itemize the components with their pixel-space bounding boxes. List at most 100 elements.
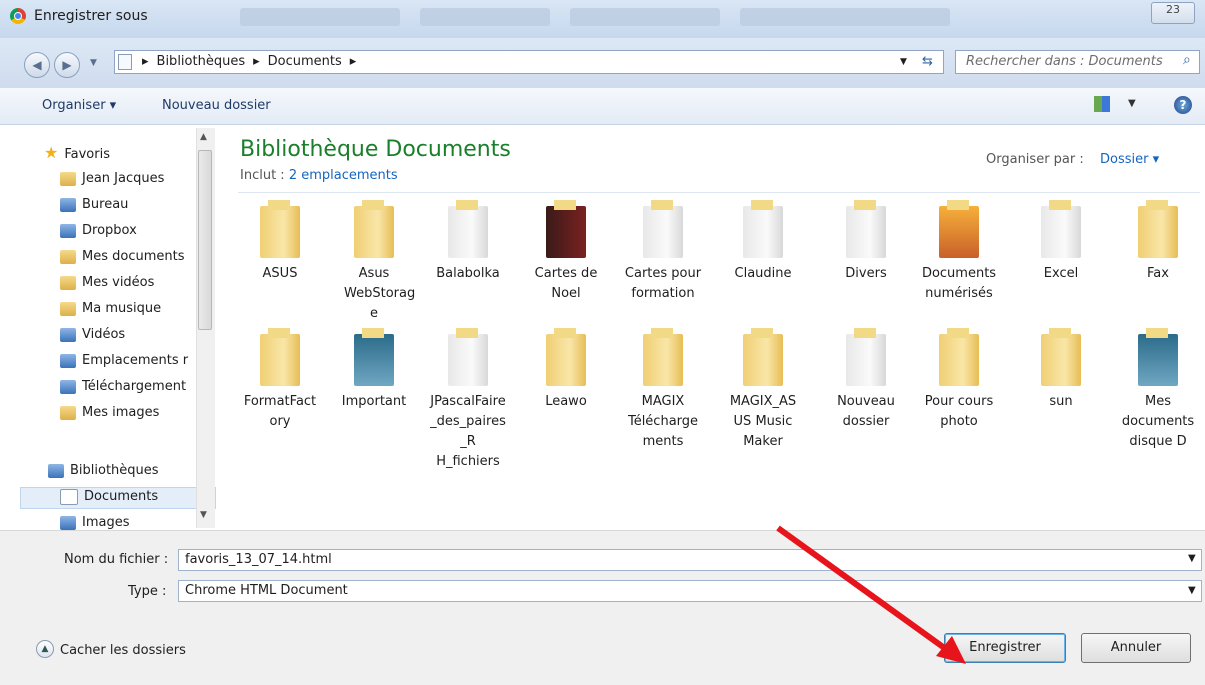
folder-icon bbox=[354, 200, 394, 258]
nav-item-videos[interactable]: Vidéos bbox=[60, 324, 125, 346]
type-label: Type : bbox=[128, 584, 167, 599]
folder-icon bbox=[60, 171, 76, 186]
nav-item-jean-jacques[interactable]: Jean Jacques bbox=[60, 168, 164, 190]
organize-button[interactable]: Organiser ▾ bbox=[42, 98, 116, 113]
forward-button[interactable]: ▶ bbox=[54, 52, 80, 78]
arrange-by-label: Organiser par : bbox=[986, 152, 1084, 167]
search-icon[interactable]: ⌕ bbox=[1183, 52, 1191, 68]
folder-icon bbox=[939, 328, 979, 386]
nav-favorites[interactable]: ★ Favoris bbox=[44, 142, 110, 164]
folder-tile[interactable]: MAGIX_AS US Music Maker bbox=[720, 328, 806, 452]
folder-tile[interactable]: ASUS bbox=[237, 200, 323, 284]
folder-tile[interactable]: Cartes pour formation bbox=[620, 200, 706, 304]
folder-tile[interactable]: Leawo bbox=[523, 328, 609, 412]
header-divider bbox=[238, 192, 1200, 193]
collapse-icon[interactable]: ▲ bbox=[36, 640, 54, 658]
crumb-libraries[interactable]: Bibliothèques bbox=[157, 54, 246, 69]
scroll-up-icon[interactable]: ▲ bbox=[200, 132, 207, 142]
folder-tile[interactable]: Claudine bbox=[720, 200, 806, 284]
folder-tile[interactable]: Mes documents disque D bbox=[1115, 328, 1201, 452]
nav-item-telechargement[interactable]: Téléchargement bbox=[60, 376, 186, 398]
locations-link[interactable]: 2 emplacements bbox=[289, 168, 398, 183]
address-dropdown-icon[interactable]: ▼ bbox=[900, 57, 907, 67]
folder-tile[interactable]: MAGIX Télécharge ments bbox=[620, 328, 706, 452]
folder-icon bbox=[1041, 328, 1081, 386]
cancel-button[interactable]: Annuler bbox=[1081, 633, 1191, 663]
folder-tile[interactable]: Fax bbox=[1115, 200, 1201, 284]
change-view-icon[interactable] bbox=[1094, 96, 1110, 112]
filename-label: Nom du fichier : bbox=[64, 552, 169, 567]
scrollbar-thumb[interactable] bbox=[198, 150, 212, 330]
library-icon bbox=[118, 54, 132, 70]
library-includes: Inclut : 2 emplacements bbox=[240, 168, 398, 183]
star-icon: ★ bbox=[44, 143, 59, 162]
document-icon bbox=[60, 488, 78, 505]
folder-tile[interactable]: Balabolka bbox=[425, 200, 511, 284]
folder-icon bbox=[60, 405, 76, 420]
nav-libraries[interactable]: Bibliothèques bbox=[48, 460, 159, 482]
folder-icon bbox=[60, 249, 76, 264]
new-folder-button[interactable]: Nouveau dossier bbox=[162, 98, 271, 113]
window-title: Enregistrer sous bbox=[34, 8, 148, 24]
help-icon[interactable]: ? bbox=[1174, 96, 1192, 114]
folder-tile[interactable]: Nouveau dossier bbox=[823, 328, 909, 432]
folder-tile[interactable]: Excel bbox=[1018, 200, 1104, 284]
folder-icon bbox=[1041, 200, 1081, 258]
nav-item-mes-images[interactable]: Mes images bbox=[60, 402, 159, 424]
hide-folders-link[interactable]: Cacher les dossiers bbox=[60, 643, 186, 658]
folder-icon bbox=[939, 200, 979, 258]
folder-tile[interactable]: Cartes de Noel bbox=[523, 200, 609, 304]
download-folder-icon bbox=[60, 379, 76, 394]
scroll-down-icon[interactable]: ▼ bbox=[200, 510, 207, 520]
annotation-arrow-icon bbox=[776, 525, 966, 664]
folder-icon bbox=[260, 200, 300, 258]
nav-item-bureau[interactable]: Bureau bbox=[60, 194, 128, 216]
folder-icon bbox=[846, 200, 886, 258]
folder-icon bbox=[448, 200, 488, 258]
folder-icon bbox=[643, 328, 683, 386]
places-icon bbox=[60, 353, 76, 368]
library-icon bbox=[48, 463, 64, 478]
close-button[interactable]: 23 bbox=[1151, 2, 1195, 24]
arrange-by-dropdown[interactable]: Dossier ▾ bbox=[1100, 152, 1159, 167]
crumb-documents[interactable]: Documents bbox=[268, 54, 342, 69]
dropbox-icon bbox=[60, 223, 76, 238]
folder-icon bbox=[60, 275, 76, 290]
view-dropdown-icon[interactable]: ▼ bbox=[1128, 98, 1136, 109]
folder-tile[interactable]: Pour cours photo bbox=[916, 328, 1002, 432]
browser-tab bbox=[240, 8, 400, 26]
folder-icon bbox=[546, 328, 586, 386]
browser-tab bbox=[420, 8, 550, 26]
folder-tile[interactable]: sun bbox=[1018, 328, 1104, 412]
folder-tile[interactable]: Divers bbox=[823, 200, 909, 284]
folder-tile[interactable]: Important bbox=[331, 328, 417, 412]
folder-icon bbox=[260, 328, 300, 386]
nav-item-emplacements[interactable]: Emplacements r bbox=[60, 350, 188, 372]
image-icon bbox=[60, 515, 76, 530]
back-button[interactable]: ◀ bbox=[24, 52, 50, 78]
folder-tile[interactable]: Asus WebStorag e bbox=[331, 200, 417, 324]
history-dropdown-icon[interactable]: ▼ bbox=[90, 58, 97, 68]
filename-dropdown-icon[interactable]: ▼ bbox=[1188, 553, 1196, 564]
film-icon bbox=[60, 327, 76, 342]
folder-tile[interactable]: FormatFact ory bbox=[237, 328, 323, 432]
nav-item-documents[interactable]: Documents bbox=[60, 486, 158, 508]
chrome-icon bbox=[10, 8, 26, 24]
folder-icon bbox=[743, 200, 783, 258]
type-select[interactable]: Chrome HTML Document bbox=[178, 580, 1202, 602]
browser-tab bbox=[570, 8, 720, 26]
breadcrumb[interactable]: ▸ Bibliothèques ▸ Documents ▸ bbox=[142, 54, 364, 69]
folder-icon bbox=[743, 328, 783, 386]
nav-item-mes-videos[interactable]: Mes vidéos bbox=[60, 272, 154, 294]
desktop-icon bbox=[60, 197, 76, 212]
refresh-icon[interactable]: ⇆ bbox=[922, 54, 933, 69]
folder-icon bbox=[643, 200, 683, 258]
filename-input[interactable]: favoris_13_07_14.html bbox=[178, 549, 1202, 571]
folder-tile[interactable]: Documents numérisés bbox=[916, 200, 1002, 304]
folder-tile[interactable]: JPascalFaire _des_paires _R H_fichiers bbox=[425, 328, 511, 472]
nav-item-mes-documents[interactable]: Mes documents bbox=[60, 246, 184, 268]
nav-item-dropbox[interactable]: Dropbox bbox=[60, 220, 137, 242]
nav-item-ma-musique[interactable]: Ma musique bbox=[60, 298, 161, 320]
type-dropdown-icon[interactable]: ▼ bbox=[1188, 585, 1196, 596]
library-title: Bibliothèque Documents bbox=[240, 137, 511, 162]
